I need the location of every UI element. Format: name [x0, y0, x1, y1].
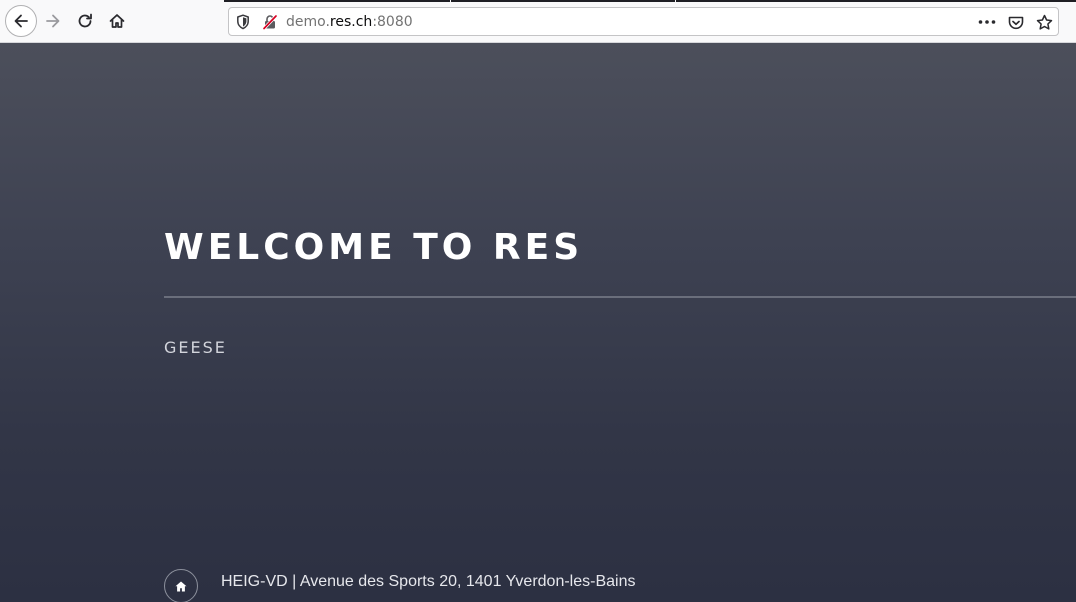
home-icon [175, 581, 187, 591]
url-port: :8080 [372, 14, 413, 30]
browser-toolbar: demo.res.ch:8080 [0, 0, 1076, 43]
home-button[interactable] [102, 6, 132, 36]
page-title: WELCOME TO RES [164, 227, 584, 268]
url-text[interactable]: demo.res.ch:8080 [286, 14, 413, 30]
page-content: WELCOME TO RES GEESE HEIG-VD | Avenue de… [0, 43, 1076, 602]
insecure-lock-icon[interactable] [261, 13, 279, 31]
url-host: res.ch [329, 14, 373, 30]
footer-home-link[interactable] [164, 569, 198, 602]
forward-button[interactable] [38, 6, 68, 36]
reload-button[interactable] [70, 6, 100, 36]
reload-icon [78, 13, 92, 28]
pocket-icon[interactable] [1007, 13, 1025, 31]
tab-separator [675, 0, 676, 2]
url-prefix: demo. [286, 14, 330, 30]
url-bar[interactable]: demo.res.ch:8080 [228, 7, 1059, 36]
footer-address: HEIG-VD | Avenue des Sports 20, 1401 Yve… [221, 573, 636, 590]
shield-icon[interactable] [234, 13, 252, 31]
tab-separator [450, 0, 451, 2]
more-actions-icon[interactable] [978, 13, 996, 31]
page-subtitle: GEESE [164, 338, 227, 357]
forward-arrow-icon [46, 14, 60, 28]
back-arrow-icon [14, 14, 28, 28]
bookmark-star-icon[interactable] [1035, 13, 1053, 31]
title-divider [164, 296, 1076, 298]
home-icon [109, 14, 125, 28]
back-button[interactable] [5, 5, 37, 37]
tab-strip [224, 0, 1076, 2]
